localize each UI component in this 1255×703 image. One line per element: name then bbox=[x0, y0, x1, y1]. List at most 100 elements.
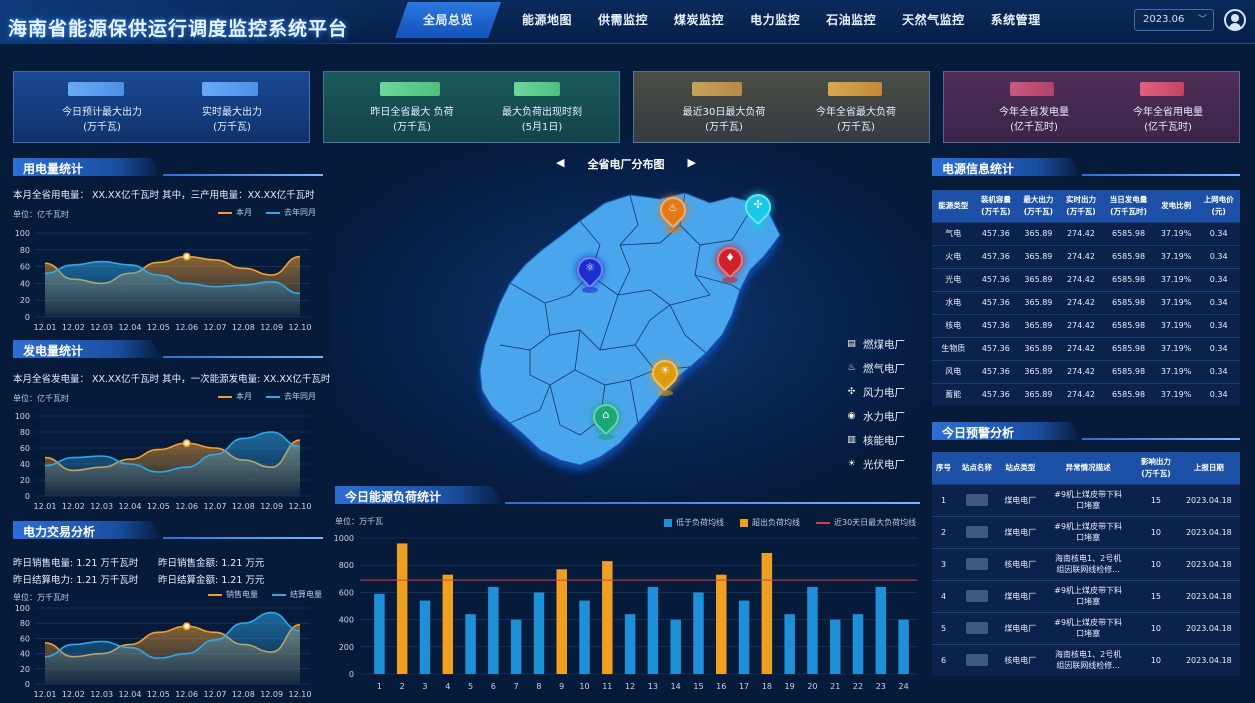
prev-arrow-icon[interactable]: ◀ bbox=[556, 156, 564, 169]
load-unit: 单位：万千瓦 bbox=[335, 517, 383, 526]
load-bar-16[interactable] bbox=[716, 574, 727, 674]
map-legend-item-1[interactable]: ♨ 燃气电厂 bbox=[846, 361, 905, 376]
load-bar-3[interactable] bbox=[419, 600, 431, 674]
nav-item-4[interactable]: 电力监控 bbox=[737, 2, 813, 38]
nav-item-1[interactable]: 能源地图 bbox=[509, 2, 585, 38]
generation-chart: 0 20 40 60 80 100 12.01 12.02 12.03 12.04 12.05 12.… bbox=[15, 412, 312, 511]
load-bar-22[interactable] bbox=[852, 614, 864, 674]
nav-item-0[interactable]: 全局总览 bbox=[395, 2, 502, 38]
map-marker-3[interactable]: ♦ bbox=[711, 241, 749, 287]
x-tick-label: 15 bbox=[693, 682, 703, 691]
highlight-point[interactable] bbox=[182, 622, 191, 631]
map-legend-item-4[interactable]: ▥ 核能电厂 bbox=[846, 433, 905, 448]
table-row[interactable]: 光电 457.36 365.89 274.42 6585.98 37.19% 0.34 bbox=[932, 267, 1240, 291]
load-bar-10[interactable] bbox=[579, 600, 590, 674]
table-row[interactable]: 水电 457.36 365.89 274.42 6585.98 37.19% 0.34 bbox=[932, 290, 1240, 314]
nav-item-5[interactable]: 石油监控 bbox=[813, 2, 889, 38]
map-legend-item-5[interactable]: ☀ 光伏电厂 bbox=[846, 457, 905, 472]
x-tick-label: 12.03 bbox=[90, 323, 113, 332]
table-cell: 0.34 bbox=[1197, 359, 1240, 383]
legend-label: 核能电厂 bbox=[863, 435, 905, 447]
table-row[interactable]: 核电 457.36 365.89 274.42 6585.98 37.19% 0.34 bbox=[932, 313, 1240, 337]
x-tick-label: 12 bbox=[625, 682, 635, 691]
x-tick-label: 20 bbox=[807, 682, 817, 691]
load-bar-2[interactable] bbox=[396, 543, 408, 674]
load-bar-23[interactable] bbox=[875, 586, 887, 674]
x-tick-label: 12.10 bbox=[289, 502, 312, 511]
load-bar-17[interactable] bbox=[738, 600, 750, 674]
map-legend-item-2[interactable]: ✣ 风力电厂 bbox=[846, 385, 905, 400]
load-bar-6[interactable] bbox=[488, 586, 499, 674]
marker-base bbox=[657, 390, 673, 396]
next-arrow-icon[interactable]: ▶ bbox=[688, 156, 696, 169]
load-bar-15[interactable] bbox=[693, 592, 704, 674]
redacted-station-name bbox=[965, 590, 988, 602]
table-row[interactable]: 6 核电电厂 海南核电1、2号机 组因联网线检修... 10 2023.04.18 bbox=[932, 643, 1240, 676]
kpi-card-output: 今日预计最大出力 (万千瓦) 实时最大出力 (万千瓦) bbox=[13, 71, 310, 143]
map-marker-4[interactable]: ☀ bbox=[646, 354, 684, 400]
power-info-header: 当日发电量 (万千瓦时) bbox=[1102, 190, 1155, 222]
table-cell bbox=[955, 611, 999, 644]
table-cell: 457.36 bbox=[974, 221, 1018, 245]
table-row[interactable]: 1 煤电电厂 #9机上煤皮带下料 口堵塞 15 2023.04.18 bbox=[932, 483, 1240, 516]
table-cell: 0.34 bbox=[1197, 313, 1240, 337]
table-row[interactable]: 气电 457.36 365.89 274.42 6585.98 37.19% 0.34 bbox=[932, 221, 1240, 245]
x-tick-label: 12.06 bbox=[175, 502, 198, 511]
load-bar-9[interactable] bbox=[556, 569, 567, 674]
highlight-point[interactable] bbox=[182, 439, 191, 448]
x-tick-label: 3 bbox=[422, 682, 427, 691]
load-bar-11[interactable] bbox=[602, 561, 613, 674]
table-row[interactable]: 2 煤电电厂 #9机上煤皮带下料 口堵塞 10 2023.04.18 bbox=[932, 515, 1240, 548]
x-tick-label: 12.02 bbox=[62, 323, 85, 332]
table-row[interactable]: 风电 457.36 365.89 274.42 6585.98 37.19% 0.34 bbox=[932, 359, 1240, 383]
load-bar-20[interactable] bbox=[807, 586, 818, 674]
load-bar-4[interactable] bbox=[442, 574, 454, 674]
table-row[interactable]: 3 核电电厂 海南核电1、2号机 组因联网线检修... 10 2023.04.18 bbox=[932, 547, 1240, 580]
table-row[interactable]: 4 煤电电厂 #9机上煤皮带下料 口堵塞 15 2023.04.18 bbox=[932, 579, 1240, 612]
highlight-point[interactable] bbox=[182, 252, 191, 261]
table-row[interactable]: 蓄能 457.36 365.89 274.42 6585.98 37.19% 0.34 bbox=[932, 382, 1240, 406]
legend-label: 燃气电厂 bbox=[863, 363, 905, 375]
table-row[interactable]: 生物质 457.36 365.89 274.42 6585.98 37.19% 0.34 bbox=[932, 336, 1240, 360]
load-bar-5[interactable] bbox=[465, 614, 476, 674]
y-tick-label: 60 bbox=[20, 634, 30, 643]
map-marker-2[interactable]: ⚛ bbox=[571, 251, 609, 297]
date-select[interactable]: 2023.06 ﹀ bbox=[1134, 9, 1214, 31]
table-cell: 0.34 bbox=[1197, 382, 1240, 406]
user-icon[interactable] bbox=[1224, 9, 1246, 31]
table-cell: 457.36 bbox=[974, 267, 1018, 291]
table-cell: 6585.98 bbox=[1102, 267, 1155, 291]
load-bar-24[interactable] bbox=[898, 619, 909, 674]
usage-unit: 单位：亿千瓦时 bbox=[13, 210, 69, 219]
load-bar-7[interactable] bbox=[510, 619, 522, 674]
power-info-header: 上网电价 (元) bbox=[1197, 190, 1240, 222]
map-marker-1[interactable]: ✣ bbox=[739, 188, 777, 234]
load-bar-13[interactable] bbox=[647, 586, 659, 674]
page-title: 海南省能源保供运行调度监控系统平台 bbox=[8, 18, 349, 40]
table-row[interactable]: 5 煤电电厂 #9机上煤皮带下料 口堵塞 10 2023.04.18 bbox=[932, 611, 1240, 644]
nav-item-2[interactable]: 供需监控 bbox=[585, 2, 661, 38]
load-bar-14[interactable] bbox=[670, 619, 681, 674]
load-bar-1[interactable] bbox=[374, 593, 385, 674]
kpi-value-blurred bbox=[68, 82, 124, 96]
map-marker-5[interactable]: ⌂ bbox=[587, 398, 625, 444]
map-marker-0[interactable]: ♨ bbox=[654, 191, 692, 237]
load-bar-18[interactable] bbox=[761, 552, 773, 674]
nav-item-7[interactable]: 系统管理 bbox=[978, 2, 1054, 38]
load-bar-21[interactable] bbox=[829, 619, 841, 674]
nav-item-6[interactable]: 天然气监控 bbox=[889, 2, 978, 38]
y-tick-label: 20 bbox=[20, 296, 30, 305]
x-tick-label: 22 bbox=[853, 682, 863, 691]
nav-item-3[interactable]: 煤炭监控 bbox=[661, 2, 737, 38]
load-bar-12[interactable] bbox=[624, 614, 636, 674]
warning-header: 站点类型 bbox=[998, 452, 1043, 484]
table-row[interactable]: 火电 457.36 365.89 274.42 6585.98 37.19% 0.34 bbox=[932, 244, 1240, 268]
y-tick-label: 400 bbox=[339, 616, 354, 625]
table-cell: 生物质 bbox=[932, 336, 975, 360]
load-bar-8[interactable] bbox=[533, 592, 545, 674]
map-legend-item-3[interactable]: ◉ 水力电厂 bbox=[846, 409, 905, 424]
map-legend-item-0[interactable]: ▤ 燃煤电厂 bbox=[846, 337, 905, 352]
legend-label: 光伏电厂 bbox=[863, 459, 905, 471]
load-bar-19[interactable] bbox=[784, 614, 795, 674]
table-cell: 1 bbox=[932, 483, 956, 516]
